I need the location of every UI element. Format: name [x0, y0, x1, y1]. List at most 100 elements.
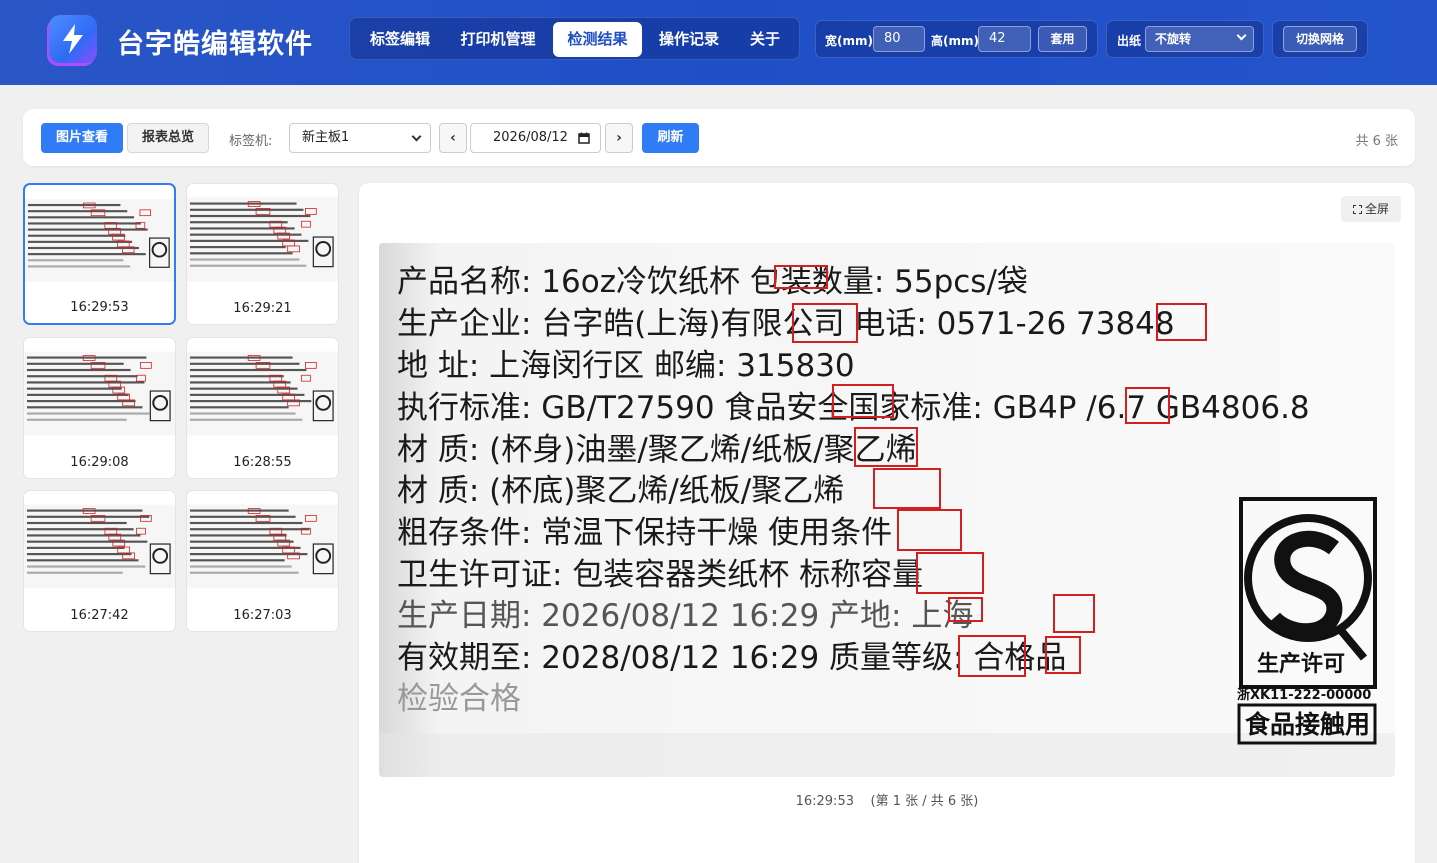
thumbnail-text-line	[189, 208, 304, 211]
height-input[interactable]: 42	[978, 26, 1031, 52]
image-caption: 16:29:53 (第 1 张 / 共 6 张)	[359, 790, 1415, 809]
thumbnail-text-line	[27, 265, 131, 268]
size-panel: 宽(mm) 80 高(mm) 42 套用	[815, 20, 1098, 58]
thumbnail-text-line	[189, 252, 293, 255]
thumbnail-text-line	[27, 203, 121, 207]
thumbnail-text-line	[27, 234, 126, 237]
tab-label-edit[interactable]: 标签编辑	[356, 22, 444, 57]
app-title: 台字皓编辑软件	[117, 29, 313, 60]
width-input[interactable]: 80	[873, 26, 925, 52]
thumbnail-text-line	[27, 259, 124, 262]
thumbnail-text-line	[189, 214, 311, 218]
label-line-8: 卫生许可证: 包装容器类纸杯 标称容量	[397, 557, 923, 593]
printer-label: 标签机:	[229, 134, 273, 149]
thumbnail-text-line	[26, 540, 148, 543]
tab-operation-log[interactable]: 操作记录	[647, 22, 731, 57]
caption-page: (第 1 张 / 共 6 张)	[870, 794, 979, 809]
thumbnail-item[interactable]: 16:29:53	[23, 183, 176, 325]
fullscreen-label: 全屏	[1364, 202, 1389, 216]
thumbnail-text-line	[26, 418, 127, 421]
thumbnail-text-line	[189, 246, 286, 249]
thumbnail-text-line	[189, 528, 310, 531]
chevron-down-icon	[411, 131, 422, 142]
label-line-4: 执行标准: GB/T27590 食品安全国家标准: GB4P /6.7 GB48…	[397, 390, 1310, 426]
thumbnail-text-line	[189, 368, 307, 372]
thumbnail-text-line	[189, 565, 292, 568]
thumbnail-text-line	[26, 393, 129, 396]
inspection-image: 产品名称: 16oz冷饮纸杯 包装数量: 55pcs/袋 生产企业: 台字皓(上…	[379, 243, 1395, 777]
chevron-down-icon	[1236, 30, 1247, 41]
thumbnail-text-line	[26, 368, 131, 372]
label-thumbnail-image	[187, 504, 338, 589]
thumbnail-text-line	[26, 375, 138, 378]
tab-about[interactable]: 关于	[735, 22, 795, 57]
thumbnail-text-line	[26, 553, 132, 556]
report-overview-button[interactable]: 报表总览	[127, 123, 209, 153]
main-nav-tabs: 标签编辑 打印机管理 检测结果 操作记录 关于	[349, 17, 800, 60]
width-label: 宽(mm)	[825, 34, 873, 48]
thumbnail-item[interactable]: 16:27:42	[23, 490, 176, 632]
thumbnail-text-line	[189, 559, 285, 562]
thumbnail-text-line	[189, 381, 291, 384]
thumbnail-text-line	[189, 400, 312, 403]
caption-time: 16:29:53	[795, 794, 854, 809]
thumbnail-text-line	[189, 264, 307, 267]
label-thumbnail-image	[187, 351, 338, 436]
thumbnail-text-line	[26, 356, 147, 359]
apply-size-button[interactable]: 套用	[1038, 26, 1087, 52]
thumbnail-item[interactable]: 16:28:55	[186, 337, 339, 479]
next-date-button[interactable]: ›	[605, 123, 633, 153]
app-logo	[49, 15, 97, 63]
prev-date-button[interactable]: ‹	[439, 123, 467, 153]
label-line-11: 检验合格	[397, 681, 521, 717]
thumbnail-text-line	[189, 356, 293, 359]
height-label: 高(mm)	[931, 34, 979, 48]
thumbnail-text-line	[189, 571, 299, 574]
toggle-grid-button[interactable]: 切换网格	[1283, 26, 1357, 52]
rotation-select-value: 不旋转	[1155, 32, 1192, 46]
thumbnail-item[interactable]: 16:29:21	[186, 183, 339, 325]
label-line-10: 有效期至: 2028/08/12 16:29 质量等级: 合格品	[397, 640, 1066, 676]
label-line-2: 生产企业: 台字皓(上海)有限公司 电话: 0571-26 73848	[397, 306, 1175, 342]
date-input[interactable]: 2026/08/12	[470, 123, 601, 153]
thumbnail-item[interactable]: 16:27:03	[186, 490, 339, 632]
thumbnail-text-line	[26, 565, 146, 568]
thumbnail-text-line	[189, 387, 298, 390]
thumbnail-text-line	[26, 546, 125, 549]
tab-printer-management[interactable]: 打印机管理	[450, 22, 546, 57]
thumbnail-text-line	[189, 406, 289, 409]
thumbnail-text-line	[26, 509, 143, 512]
tab-inspection-results[interactable]: 检测结果	[553, 22, 642, 57]
rotation-select[interactable]: 不旋转	[1145, 26, 1254, 52]
thumbnail-text-line	[189, 233, 302, 236]
label-thumbnail-image	[25, 198, 174, 283]
thumbnail-text-line	[26, 534, 141, 537]
thumbnail-time: 16:27:42	[24, 601, 175, 631]
refresh-button[interactable]: 刷新	[642, 123, 699, 153]
label-thumbnail-image	[24, 504, 175, 589]
label-scan-image: 产品名称: 16oz冷饮纸杯 包装数量: 55pcs/袋 生产企业: 台字皓(上…	[379, 243, 1395, 777]
fullscreen-button[interactable]: 全屏	[1341, 196, 1401, 222]
qs-license-text: 生产许可	[1257, 651, 1345, 677]
thumbnail-text-line	[189, 521, 303, 525]
thumbnail-text-line	[189, 418, 303, 421]
thumbnail-time: 16:29:08	[24, 448, 175, 478]
qs-number: 浙XK11-222-00000	[1237, 687, 1371, 703]
total-count: 共 6 张	[1355, 134, 1398, 149]
label-line-3: 地 址: 上海闵行区 邮编: 315830	[397, 348, 855, 384]
lightning-icon	[63, 24, 83, 54]
label-line-9: 生产日期: 2026/08/12 16:29 产地: 上海	[397, 598, 973, 634]
thumbnail-text-line	[26, 400, 136, 403]
thumbnail-text-line	[26, 571, 123, 574]
results-toolbar: 图片查看 报表总览 标签机: 新主板1 ‹ 2026/08/12 › 刷新 共 …	[23, 109, 1415, 166]
thumbnail-text-line	[189, 534, 287, 537]
thumbnail-item[interactable]: 16:29:08	[23, 337, 176, 479]
calendar-icon[interactable]	[578, 132, 590, 144]
printer-select[interactable]: 新主板1	[289, 123, 431, 153]
thumbnail-text-line	[27, 228, 148, 231]
thumbnail-text-line	[26, 521, 127, 525]
thumbnail-time: 16:29:53	[25, 293, 174, 323]
thumbnail-text-line	[26, 381, 145, 384]
thumbnail-text-line	[189, 258, 300, 261]
image-view-button[interactable]: 图片查看	[41, 123, 123, 153]
